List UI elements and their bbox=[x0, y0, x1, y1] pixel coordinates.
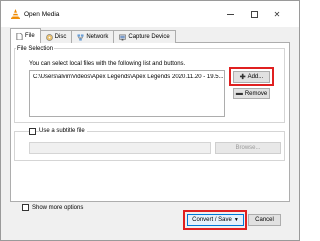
tab-bar: File Disc Network Capture Device bbox=[10, 28, 176, 43]
tab-disc[interactable]: Disc bbox=[39, 30, 73, 43]
minimize-button[interactable] bbox=[222, 7, 238, 21]
tab-file[interactable]: File bbox=[10, 28, 41, 43]
tab-network-label: Network bbox=[86, 34, 109, 40]
tab-network[interactable]: Network bbox=[71, 30, 115, 43]
maximize-button[interactable] bbox=[246, 7, 262, 21]
browse-button: Browse... bbox=[215, 142, 281, 154]
file-list-item[interactable]: C:\Users\alvin\Videos\Apex Legends\Apex … bbox=[33, 74, 223, 80]
minus-icon: ▬ bbox=[235, 90, 243, 97]
cancel-button-label: Cancel bbox=[255, 217, 274, 223]
tab-disc-label: Disc bbox=[54, 34, 67, 40]
subtitle-checkbox-label: Use a subtitle file bbox=[39, 128, 87, 134]
close-icon: ✕ bbox=[273, 9, 281, 19]
minimize-icon bbox=[226, 13, 234, 15]
tab-capture-device-label: Capture Device bbox=[128, 34, 170, 40]
show-more-options-label: Show more options bbox=[32, 205, 84, 211]
open-media-dialog: Open Media ✕ File Disc Network Capture D… bbox=[0, 0, 300, 241]
vlc-cone-icon bbox=[11, 9, 20, 19]
cancel-button[interactable]: Cancel bbox=[248, 214, 281, 226]
close-button[interactable]: ✕ bbox=[269, 7, 285, 21]
remove-button-label: Remove bbox=[244, 90, 268, 97]
browse-button-label: Browse... bbox=[235, 145, 261, 151]
file-selection-hint: You can select local files with the foll… bbox=[29, 61, 186, 67]
remove-button[interactable]: ▬ Remove bbox=[233, 88, 270, 99]
file-list[interactable]: C:\Users\alvin\Videos\Apex Legends\Apex … bbox=[29, 70, 225, 117]
network-icon bbox=[77, 33, 84, 41]
subtitle-path-input bbox=[29, 142, 211, 154]
tab-file-label: File bbox=[25, 33, 35, 39]
convert-save-highlight bbox=[183, 210, 247, 230]
tab-capture-device[interactable]: Capture Device bbox=[113, 30, 176, 43]
title-bar: Open Media ✕ bbox=[1, 1, 299, 27]
show-more-options-checkbox[interactable] bbox=[22, 204, 29, 211]
subtitle-checkbox[interactable] bbox=[29, 128, 36, 135]
disc-icon bbox=[45, 33, 53, 41]
file-selection-label: File Selection bbox=[16, 46, 55, 52]
maximize-icon bbox=[250, 10, 258, 18]
capture-device-icon bbox=[119, 34, 127, 40]
add-button-highlight bbox=[229, 67, 274, 86]
file-icon bbox=[16, 32, 23, 40]
window-title: Open Media bbox=[24, 11, 60, 18]
